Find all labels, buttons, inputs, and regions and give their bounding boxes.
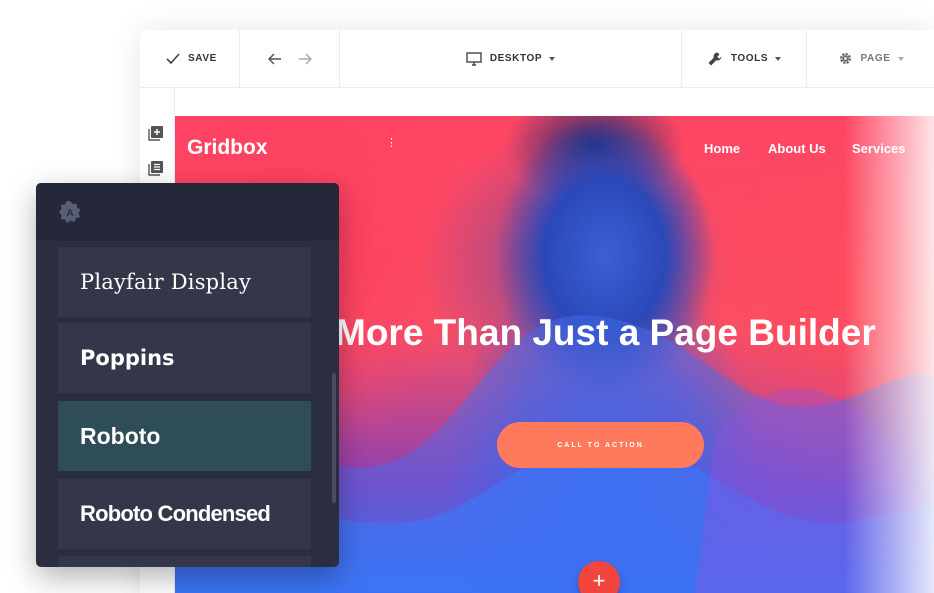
site-logo[interactable]: Gridbox [187, 136, 268, 160]
save-label: SAVE [188, 53, 217, 64]
nav-home[interactable]: Home [704, 141, 740, 156]
page-label: PAGE [860, 53, 891, 64]
device-selector[interactable]: DESKTOP [340, 30, 682, 88]
layers-icon[interactable] [148, 160, 164, 181]
save-button[interactable]: SAVE [140, 30, 240, 88]
toolbar: SAVE DESKTOP TOOLS PAGE [140, 30, 934, 88]
more-options-icon[interactable]: ⋮ [386, 138, 397, 149]
tools-menu[interactable]: TOOLS [682, 30, 807, 88]
gear-icon [838, 51, 853, 66]
device-label: DESKTOP [489, 53, 543, 64]
history-group [240, 30, 340, 88]
font-option-next[interactable] [58, 556, 311, 567]
hero-headline: More Than Just a Page Builder [335, 312, 876, 353]
canvas-edge-fade [844, 116, 934, 593]
gridbox-logo-icon: A [58, 200, 82, 229]
font-option-roboto[interactable]: Roboto [58, 401, 311, 471]
chevron-down-icon [549, 56, 556, 61]
font-option-poppins[interactable]: Poppins [58, 323, 311, 393]
nav-services[interactable]: Services [852, 141, 906, 156]
page-menu[interactable]: PAGE [807, 30, 934, 88]
undo-arrow-icon[interactable] [267, 52, 282, 65]
check-icon [166, 52, 180, 65]
chevron-down-icon [775, 56, 782, 61]
svg-text:A: A [66, 208, 73, 219]
add-section-icon[interactable] [148, 125, 164, 146]
monitor-icon [466, 51, 482, 66]
nav-about-us[interactable]: About Us [768, 141, 826, 156]
tools-label: TOOLS [730, 53, 769, 64]
font-option-roboto-condensed[interactable]: Roboto Condensed [58, 479, 311, 549]
redo-arrow-icon[interactable] [298, 52, 312, 65]
font-picker-panel: A Playfair Display Poppins Roboto Roboto… [36, 183, 339, 567]
font-option-playfair-display[interactable]: Playfair Display [58, 247, 311, 317]
wrench-icon [707, 51, 723, 67]
chevron-down-icon [897, 56, 904, 61]
call-to-action-button[interactable]: CALL TO ACTION [497, 422, 704, 468]
panel-scrollbar[interactable] [332, 373, 336, 503]
panel-header: A [36, 183, 339, 241]
